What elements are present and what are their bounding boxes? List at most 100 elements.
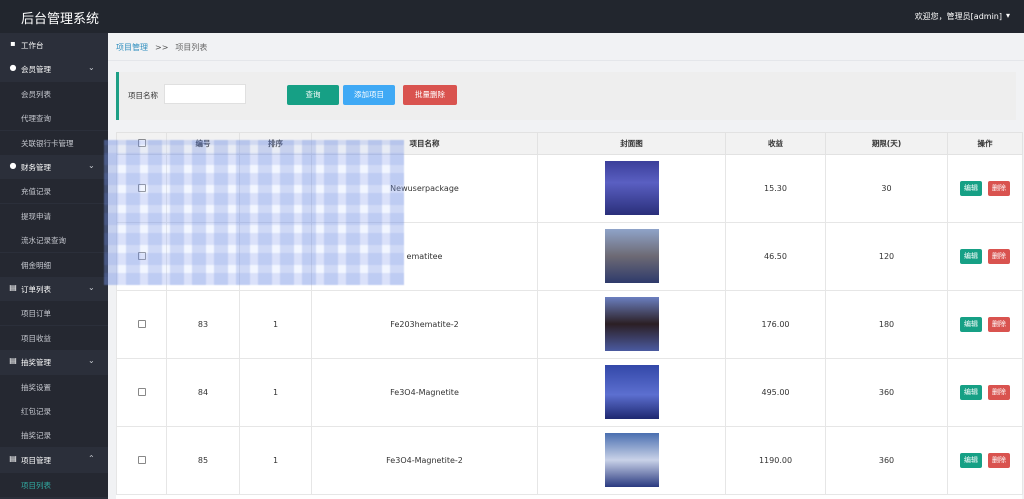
cell-project-name: Newuserpackage (311, 154, 538, 223)
cell-id (166, 154, 240, 223)
cell-income: 46.50 (725, 222, 826, 291)
cell-project-name: Fe3O4-Magnetite-2 (311, 426, 538, 495)
sidebar-group-label: 工作台 (21, 41, 44, 50)
user-icon: ● (9, 63, 17, 72)
user-menu[interactable]: 欢迎您，管理员[admin] (915, 11, 1002, 22)
edit-button[interactable]: 编辑 (960, 317, 982, 332)
sidebar-item-11[interactable]: 项目订单 (0, 301, 108, 325)
sidebar-item-12[interactable]: 项目收益 (0, 326, 108, 350)
sidebar-group-10[interactable]: ▤ 订单列表 ⌄ (0, 277, 108, 301)
breadcrumb: 项目管理 >> 项目列表 (116, 42, 207, 53)
chevron-down-icon: ⌄ (88, 356, 95, 365)
breadcrumb-project-management[interactable]: 项目管理 (116, 43, 148, 52)
delete-button[interactable]: 删除 (988, 453, 1010, 468)
row-select-cell[interactable] (116, 426, 167, 495)
cell-income: 1190.00 (725, 426, 826, 495)
row-checkbox[interactable] (137, 319, 146, 328)
edit-button[interactable]: 编辑 (960, 249, 982, 264)
row-checkbox[interactable] (137, 387, 146, 396)
sidebar-item-8[interactable]: 流水记录查询 (0, 228, 108, 252)
sidebar: ▪ 工作台 ● 会员管理 ⌄ 会员列表代理查询关联银行卡管理 ● 财务管理 ⌄ 充值记录提现申请流… (0, 33, 108, 499)
add-project-button[interactable]: 添加项目 (343, 85, 395, 105)
row-select-cell[interactable] (116, 154, 167, 223)
cell-id: 83 (166, 290, 240, 359)
query-button[interactable]: 查询 (287, 85, 339, 105)
sidebar-item-label: 抽奖记录 (21, 431, 51, 440)
batch-delete-button[interactable]: 批量删除 (403, 85, 457, 105)
sidebar-item-label: 提现申请 (21, 212, 51, 221)
sidebar-group-5[interactable]: ● 财务管理 ⌄ (0, 155, 108, 179)
cell-actions: 编辑 删除 (947, 358, 1023, 427)
header-select-all[interactable] (116, 132, 167, 155)
row-select-cell[interactable] (116, 222, 167, 291)
edit-button[interactable]: 编辑 (960, 385, 982, 400)
project-name-input[interactable] (164, 84, 246, 104)
cell-actions: 编辑 删除 (947, 290, 1023, 359)
sidebar-group-13[interactable]: ▤ 抽奖管理 ⌄ (0, 350, 108, 374)
sidebar-item-18[interactable]: 项目列表 (0, 473, 108, 497)
sidebar-item-15[interactable]: 红包记录 (0, 399, 108, 423)
delete-button[interactable]: 删除 (988, 317, 1010, 332)
dashboard-icon: ▪ (10, 39, 16, 48)
cell-actions: 编辑 删除 (947, 426, 1023, 495)
cell-project-name: ematitee (311, 222, 538, 291)
sidebar-group-label: 会员管理 (21, 65, 51, 74)
cell-sort (239, 154, 312, 223)
table-row: 83 1 Fe203hematite-2 176.00 180 编辑 删除 (116, 290, 1023, 359)
edit-button[interactable]: 编辑 (960, 181, 982, 196)
delete-button[interactable]: 删除 (988, 181, 1010, 196)
cell-sort: 1 (239, 358, 312, 427)
cell-id: 85 (166, 426, 240, 495)
sidebar-item-4[interactable]: 关联银行卡管理 (0, 131, 108, 155)
cell-cover (537, 358, 726, 427)
cover-image (604, 228, 659, 283)
cell-id: 84 (166, 358, 240, 427)
sidebar-item-label: 抽奖设置 (21, 383, 51, 392)
top-bar: 后台管理系统 欢迎您，管理员[admin] ▾ (0, 0, 1024, 33)
sidebar-item-label: 项目订单 (21, 309, 51, 318)
sidebar-group-1[interactable]: ● 会员管理 ⌄ (0, 57, 108, 81)
sidebar-group-17[interactable]: ▤ 项目管理 ⌃ (0, 448, 108, 472)
header-actions: 操作 (947, 132, 1023, 155)
breadcrumb-separator: >> (155, 43, 169, 52)
cell-income: 15.30 (725, 154, 826, 223)
select-all-checkbox[interactable] (137, 138, 146, 147)
sidebar-item-2[interactable]: 会员列表 (0, 82, 108, 106)
row-checkbox[interactable] (137, 455, 146, 464)
row-checkbox[interactable] (137, 251, 146, 260)
row-select-cell[interactable] (116, 358, 167, 427)
cell-cover (537, 222, 726, 291)
sidebar-item-9[interactable]: 佣金明细 (0, 253, 108, 277)
sidebar-item-label: 关联银行卡管理 (21, 139, 74, 148)
sidebar-item-label: 充值记录 (21, 187, 51, 196)
cell-actions: 编辑 删除 (947, 222, 1023, 291)
sidebar-item-label: 流水记录查询 (21, 236, 66, 245)
cell-days: 180 (825, 290, 948, 359)
chevron-down-icon[interactable]: ▾ (1006, 11, 1010, 20)
row-checkbox[interactable] (137, 183, 146, 192)
delete-button[interactable]: 删除 (988, 249, 1010, 264)
row-select-cell[interactable] (116, 290, 167, 359)
cell-project-name: Fe203hematite-2 (311, 290, 538, 359)
sidebar-item-label: 红包记录 (21, 407, 51, 416)
chevron-down-icon: ⌄ (88, 283, 95, 292)
sidebar-item-7[interactable]: 提现申请 (0, 204, 108, 228)
delete-button[interactable]: 删除 (988, 385, 1010, 400)
sidebar-item-label: 代理查询 (21, 114, 51, 123)
sidebar-item-16[interactable]: 抽奖记录 (0, 423, 108, 447)
app-title: 后台管理系统 (21, 12, 100, 27)
sidebar-group-0[interactable]: ▪ 工作台 (0, 33, 108, 57)
sidebar-item-label: 佣金明细 (21, 261, 51, 270)
sidebar-group-label: 抽奖管理 (21, 358, 51, 367)
cell-project-name: Fe3O4-Magnetite (311, 358, 538, 427)
sidebar-item-label: 项目收益 (21, 334, 51, 343)
cell-days: 360 (825, 426, 948, 495)
cell-days: 360 (825, 358, 948, 427)
table-row: ematitee 46.50 120 编辑 删除 (116, 222, 1023, 291)
cell-income: 495.00 (725, 358, 826, 427)
sidebar-item-3[interactable]: 代理查询 (0, 106, 108, 130)
edit-button[interactable]: 编辑 (960, 453, 982, 468)
sidebar-item-14[interactable]: 抽奖设置 (0, 375, 108, 399)
cell-days: 30 (825, 154, 948, 223)
sidebar-item-6[interactable]: 充值记录 (0, 179, 108, 203)
